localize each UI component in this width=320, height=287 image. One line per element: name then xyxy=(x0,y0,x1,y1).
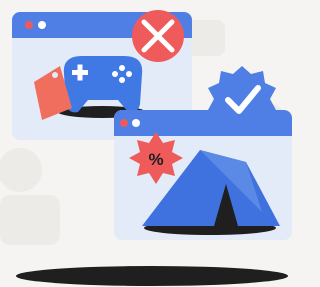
x-mark-icon xyxy=(132,10,184,62)
window-dot-white xyxy=(38,21,46,29)
window-dot-red xyxy=(120,119,128,127)
window-dot-white xyxy=(132,119,140,127)
window-dot-red xyxy=(25,21,33,29)
floor-shadow xyxy=(16,266,288,286)
front-window: % xyxy=(114,110,292,240)
illustration-canvas: % xyxy=(0,10,292,286)
discount-badge-label: % xyxy=(148,150,163,169)
